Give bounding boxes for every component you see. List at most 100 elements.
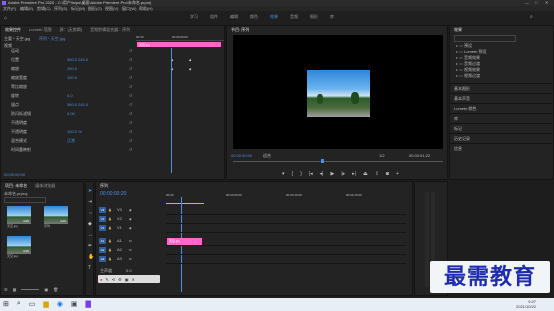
taskbar-search-icon[interactable]: ⌕ [17,300,21,308]
workspace-tab[interactable]: 音频 [290,14,298,20]
project-item[interactable]: 天空.jpg 4:29 [7,236,37,258]
lock-icon[interactable]: 🔒 [108,215,112,223]
effects-section[interactable]: 历史记录 [450,133,554,143]
effects-section[interactable]: 信息 [450,143,554,153]
home-icon[interactable]: ⌂ [4,15,7,21]
reset-icon[interactable]: ↺ [129,111,132,117]
extract-icon[interactable]: ⇪ [375,171,379,177]
ec-property-value[interactable]: 正常 [67,138,75,144]
track-select-icon[interactable]: ⇥ [88,199,94,205]
track-lane[interactable] [166,224,406,233]
maximize-button[interactable]: □ [535,0,537,5]
effects-section[interactable]: 基本图形 [450,83,554,93]
new-item-icon[interactable]: ▣ [44,287,48,292]
project-tab[interactable]: 媒体浏览器 [35,183,55,189]
ec-property-row[interactable]: 缩放宽度 100.0 ↺ [1,75,136,81]
timeline-ruler[interactable]: 00:00 00:00:05:00 00:00:10:00 00:00:15:00 [166,193,406,199]
track-target[interactable]: V2 [99,216,106,222]
ec-property-row[interactable]: 不透明度 100.0 % ↺ [1,129,136,135]
effects-section[interactable]: Lumetri 颜色 [450,103,554,113]
start-icon[interactable]: ⊞ [3,300,9,308]
ec-property-row[interactable]: 旋转 0.0 ↺ [1,93,136,99]
export-frame-icon[interactable]: ◙ [386,171,389,177]
slip-tool-icon[interactable]: ↔ [88,232,94,238]
eye-icon[interactable]: ◉ [129,206,132,214]
eye-icon[interactable]: ◉ [129,224,132,232]
list-view-icon[interactable]: ☰ [4,287,8,292]
reset-icon[interactable]: ↺ [129,120,132,126]
ec-sequence-label[interactable]: 序列 * 天空.jpg [39,36,65,42]
icon-view-icon[interactable]: ▦ [13,287,17,292]
project-item[interactable]: 序列 4:29 [44,206,74,228]
ec-property-row[interactable]: 等比缩放 ↺ [1,84,136,90]
effects-section[interactable]: 标记 [450,123,554,133]
reset-icon[interactable]: ↺ [129,84,132,90]
mute-icon[interactable]: M [129,246,132,254]
reset-icon[interactable]: ↺ [129,66,132,72]
ec-property-row[interactable]: 锚点 360.0 240.0 ↺ [1,102,136,108]
timeline-clip[interactable]: 天空.jpg [167,238,202,245]
master-value[interactable]: 0.0 [126,268,132,273]
reset-icon[interactable]: ↺ [129,93,132,99]
add-button-icon[interactable]: + [396,171,399,177]
ec-property-value[interactable]: 0.0 [67,93,73,99]
reset-icon[interactable]: ↺ [129,129,132,135]
ec-property-row[interactable]: 时间重映射 ↺ [1,147,136,153]
out-point-icon[interactable]: } [300,171,302,177]
project-item[interactable]: 天空.jpg 4:29 [7,206,37,228]
file-explorer-icon[interactable]: ▆ [43,300,48,308]
floating-tool-c-icon[interactable]: ⚙ [118,277,122,282]
type-tool-icon[interactable]: T [88,265,94,271]
zoom-slider[interactable] [21,289,40,290]
store-icon[interactable]: ▣ [71,300,78,308]
taskbar-clock[interactable]: 9:27 2021/10/22 [516,299,536,309]
effects-section[interactable]: 库 [450,113,554,123]
project-search-input[interactable] [4,197,46,203]
workspace-tab[interactable]: 库 [330,14,334,20]
lock-icon[interactable]: 🔒 [108,224,112,232]
workspace-tab[interactable]: 效果 [270,14,278,20]
program-scrubber[interactable] [233,161,443,162]
reset-icon[interactable]: ↺ [129,138,132,144]
floating-tool-e-icon[interactable]: ✕ [132,277,135,282]
ec-mini-ruler[interactable]: 00:00 00:00:05:00 [136,35,224,41]
ec-property-row[interactable]: 混合模式 正常 ↺ [1,138,136,144]
keyframe-icon[interactable]: ◆ [189,58,191,62]
reset-icon[interactable]: ↺ [129,57,132,63]
selection-tool-icon[interactable]: ➤ [88,188,94,194]
lock-icon[interactable]: 🔒 [108,237,112,245]
ec-tab[interactable]: 音频剪辑混合器：序列 [90,27,130,33]
project-tab[interactable]: 项目: 未命名 [5,183,27,189]
mute-icon[interactable]: M [129,237,132,245]
ec-property-row[interactable]: 不透明度 ↺ [1,120,136,126]
track-target[interactable]: V1 [99,225,106,231]
resolution-dropdown[interactable]: 1/2 [379,153,385,158]
fit-dropdown[interactable]: 适合 [263,153,271,159]
ec-property-value[interactable]: 100.0 [67,66,77,72]
mute-icon[interactable]: M [129,255,132,263]
ec-tab[interactable]: Lumetri 范围 [29,27,51,33]
in-point-icon[interactable]: { [292,171,294,177]
track-lane[interactable] [166,246,406,255]
timeline-timecode[interactable]: 00:00:00:20 [100,191,126,197]
keyframe-icon[interactable]: ◆ [189,67,191,71]
floating-tool-a-icon[interactable]: ✎ [105,277,108,282]
razor-tool-icon[interactable]: ◆ [88,221,94,227]
program-playhead[interactable] [321,159,324,163]
close-button[interactable]: ✕ [545,0,548,5]
track-lane[interactable] [166,215,406,224]
ec-property-value[interactable]: 0.00 [67,111,75,117]
work-area-bar[interactable] [166,203,204,204]
workspace-tab[interactable]: 编辑 [230,14,238,20]
reset-icon[interactable]: ↺ [129,147,132,153]
minimize-button[interactable]: — [525,0,529,5]
lift-icon[interactable]: ⏏ [363,171,368,177]
browser-icon[interactable]: ◉ [57,300,63,308]
step-back-icon[interactable]: ◂| [320,171,324,177]
effects-section[interactable]: 基本声音 [450,93,554,103]
floating-tool-d-icon[interactable]: ▣ [125,277,129,282]
workspace-tab[interactable]: 颜色 [250,14,258,20]
effects-tab[interactable]: 效果 [454,27,462,33]
track-target[interactable]: A1 [99,238,106,244]
hand-tool-icon[interactable]: ✋ [88,254,94,260]
